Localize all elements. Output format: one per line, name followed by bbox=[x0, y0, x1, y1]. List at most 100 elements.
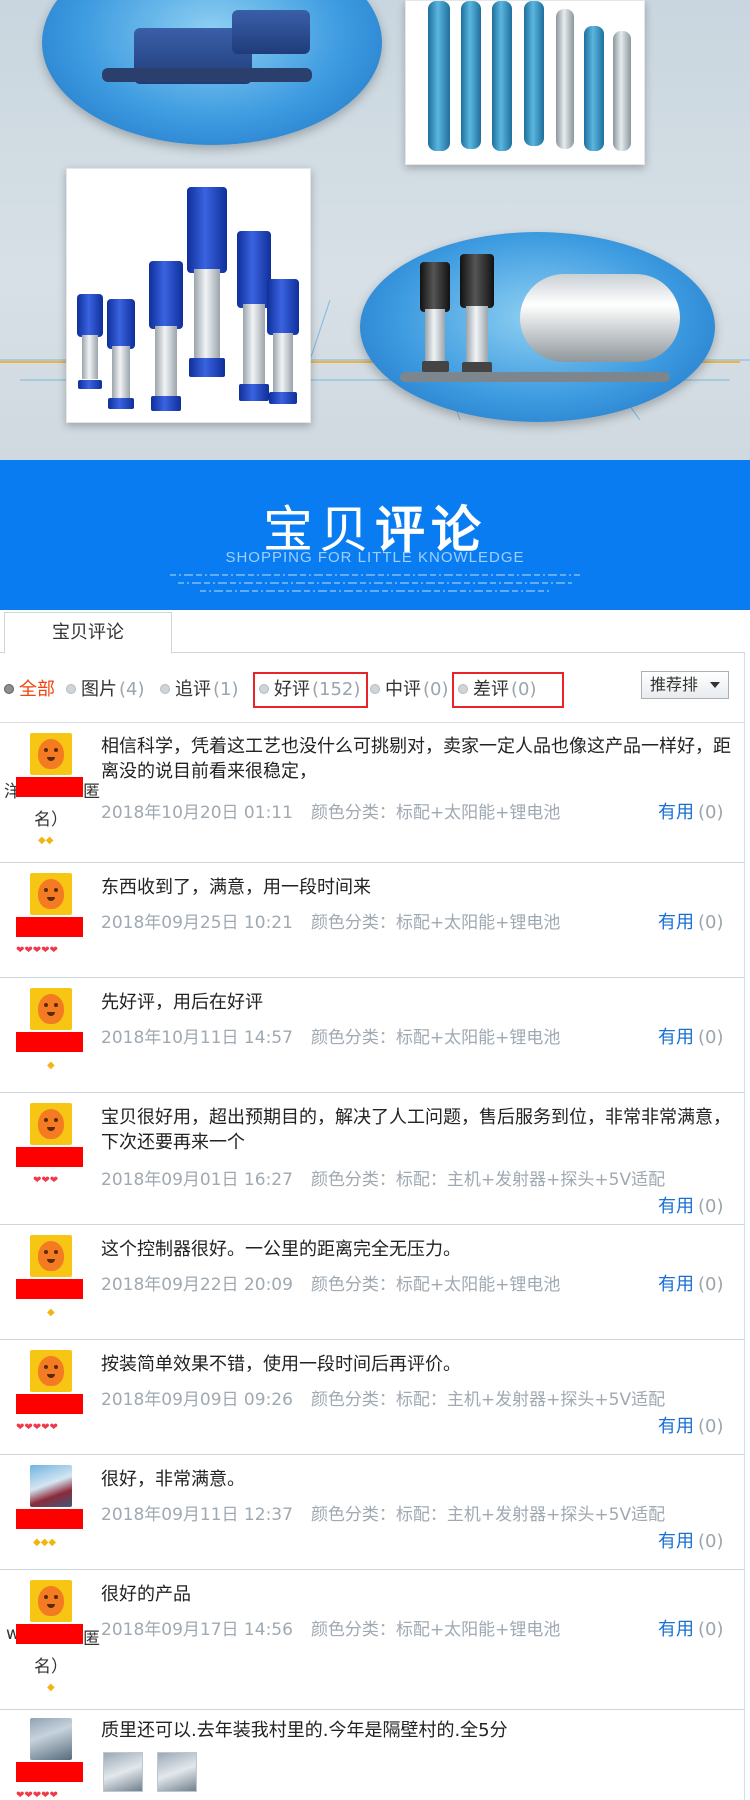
filter-negative[interactable]: 差评 (0) bbox=[452, 672, 564, 708]
filter-label: 全部 bbox=[19, 679, 55, 700]
chevron-down-icon bbox=[710, 682, 720, 688]
review-meta: 2018年10月11日 14:57 颜色分类：标配+太阳能+锂电池 bbox=[101, 1023, 560, 1048]
filter-count: (1) bbox=[213, 679, 239, 700]
filter-photos[interactable]: 图片 (4) bbox=[66, 675, 145, 705]
review-meta: 2018年09月17日 14:56 颜色分类：标配+太阳能+锂电池 bbox=[101, 1615, 560, 1640]
useful-count: (0) bbox=[698, 1274, 724, 1295]
review-item: ❤❤❤❤❤ 质里还可以.去年装我村里的.今年是隔壁村的.全5分 bbox=[0, 1710, 745, 1800]
useful-label: 有用 bbox=[658, 912, 694, 933]
useful-button[interactable]: 有用 (0) bbox=[658, 908, 724, 934]
filter-count: (0) bbox=[423, 679, 449, 700]
useful-count: (0) bbox=[698, 1027, 724, 1048]
useful-label: 有用 bbox=[658, 1619, 694, 1640]
review-item: ◆ 先好评，用后在好评 2018年10月11日 14:57 颜色分类：标配+太阳能… bbox=[0, 978, 745, 1093]
product-hero-image bbox=[0, 0, 750, 460]
sort-label: 推荐排 bbox=[650, 675, 699, 694]
filter-followup[interactable]: 追评 (1) bbox=[160, 675, 239, 705]
review-text: 相信科学，凭着这工艺也没什么可挑剔对，卖家一定人品也像这产品一样好，距离没的说目… bbox=[101, 736, 731, 782]
redacted-name bbox=[16, 1762, 83, 1782]
review-date: 2018年09月22日 20:09 bbox=[101, 1275, 293, 1295]
review-meta: 2018年09月09日 09:26 颜色分类：标配：主机+发射器+探头+5V适配 bbox=[101, 1385, 665, 1410]
filter-label: 中评 bbox=[385, 679, 421, 700]
review-text: 这个控制器很好。一公里的距离完全无压力。 bbox=[101, 1239, 461, 1260]
buyer-rank-icon: ◆◆ bbox=[38, 835, 54, 846]
tab-product-reviews[interactable]: 宝贝评论 bbox=[4, 612, 172, 654]
submersible-pumps-card bbox=[405, 0, 645, 165]
filter-neutral[interactable]: 中评 (0) bbox=[370, 675, 449, 705]
filter-count: (0) bbox=[511, 679, 537, 700]
review-date: 2018年10月11日 14:57 bbox=[101, 1028, 293, 1048]
vertical-pumps-card bbox=[66, 168, 311, 423]
radio-icon bbox=[66, 684, 76, 694]
useful-button[interactable]: 有用 (0) bbox=[658, 1412, 724, 1438]
review-sku: 颜色分类：标配：主机+发射器+探头+5V适配 bbox=[310, 1390, 666, 1410]
review-text: 很好的产品 bbox=[101, 1584, 191, 1605]
redacted-name bbox=[16, 917, 83, 937]
review-sku: 颜色分类：标配+太阳能+锂电池 bbox=[310, 803, 561, 823]
filter-label: 追评 bbox=[175, 679, 211, 700]
redacted-name bbox=[16, 1279, 83, 1299]
useful-label: 有用 bbox=[658, 1531, 694, 1552]
redacted-name bbox=[16, 1509, 83, 1529]
review-photo-thumbnail[interactable] bbox=[103, 1752, 143, 1792]
review-item: ❤❤❤❤❤ 按装简单效果不错，使用一段时间后再评价。 2018年09月09日 0… bbox=[0, 1340, 745, 1455]
review-meta: 2018年10月20日 01:11 颜色分类：标配+太阳能+锂电池 bbox=[101, 798, 560, 823]
radio-icon bbox=[458, 684, 468, 694]
filter-label: 差评 bbox=[473, 679, 509, 700]
banner-subtitle: SHOPPING FOR LITTLE KNOWLEDGE bbox=[225, 549, 525, 566]
review-text: 很好，非常满意。 bbox=[101, 1469, 245, 1490]
filter-all[interactable]: 全部 bbox=[4, 675, 55, 705]
buyer-rank-icon: ◆◆◆ bbox=[33, 1537, 57, 1548]
useful-button[interactable]: 有用 (0) bbox=[658, 1192, 724, 1218]
review-text: 宝贝很好用，超出预期目的，解决了人工问题，售后服务到位，非常非常满意，下次还要再… bbox=[101, 1107, 731, 1153]
banner-fine-print-texture bbox=[160, 571, 590, 597]
buyer-rank-icon: ◆ bbox=[47, 1682, 55, 1693]
buyer-rank-icon: ❤❤❤ bbox=[33, 1175, 59, 1186]
review-meta: 2018年09月11日 12:37 颜色分类：标配：主机+发射器+探头+5V适配 bbox=[101, 1500, 665, 1525]
radio-icon bbox=[370, 684, 380, 694]
redacted-name bbox=[16, 1032, 83, 1052]
review-text: 按装简单效果不错，使用一段时间后再评价。 bbox=[101, 1354, 461, 1375]
review-item: ❤❤❤ 宝贝很好用，超出预期目的，解决了人工问题，售后服务到位，非常非常满意，下… bbox=[0, 1093, 745, 1225]
useful-button[interactable]: 有用 (0) bbox=[658, 798, 724, 824]
reviews-banner: 宝贝评论 SHOPPING FOR LITTLE KNOWLEDGE bbox=[0, 460, 750, 610]
filter-count: (4) bbox=[119, 679, 145, 700]
review-item: w 匿 名） ◆ 很好的产品 2018年09月17日 14:56 颜色分类：标配+… bbox=[0, 1570, 745, 1710]
review-date: 2018年09月09日 09:26 bbox=[101, 1390, 293, 1410]
review-sku: 颜色分类：标配+太阳能+锂电池 bbox=[310, 913, 561, 933]
avatar bbox=[30, 1580, 72, 1622]
avatar bbox=[30, 1235, 72, 1277]
redacted-name bbox=[16, 777, 83, 797]
useful-button[interactable]: 有用 (0) bbox=[658, 1527, 724, 1553]
avatar bbox=[30, 1350, 72, 1392]
filter-positive[interactable]: 好评 (152) bbox=[253, 672, 369, 708]
review-date: 2018年09月25日 10:21 bbox=[101, 913, 293, 933]
useful-count: (0) bbox=[698, 1416, 724, 1437]
useful-label: 有用 bbox=[658, 1196, 694, 1217]
filter-count: (152) bbox=[312, 679, 361, 700]
review-date: 2018年09月01日 16:27 bbox=[101, 1170, 293, 1190]
useful-button[interactable]: 有用 (0) bbox=[658, 1023, 724, 1049]
buyer-rank-icon: ❤❤❤❤❤ bbox=[16, 945, 58, 956]
buyer-rank-icon: ❤❤❤❤❤ bbox=[16, 1422, 58, 1433]
avatar bbox=[30, 873, 72, 915]
radio-icon bbox=[4, 684, 14, 694]
useful-button[interactable]: 有用 (0) bbox=[658, 1615, 724, 1641]
useful-count: (0) bbox=[698, 802, 724, 823]
useful-label: 有用 bbox=[658, 1027, 694, 1048]
buyer-rank-icon: ◆ bbox=[47, 1307, 55, 1318]
horizontal-pump-oval bbox=[42, 0, 382, 145]
useful-label: 有用 bbox=[658, 802, 694, 823]
review-item: ❤❤❤❤❤ 东西收到了，满意，用一段时间来 2018年09月25日 10:21 颜… bbox=[0, 863, 745, 978]
review-photo-thumbnail[interactable] bbox=[157, 1752, 197, 1792]
filter-label: 好评 bbox=[274, 679, 310, 700]
review-text: 质里还可以.去年装我村里的.今年是隔壁村的.全5分 bbox=[101, 1720, 508, 1741]
useful-button[interactable]: 有用 (0) bbox=[658, 1270, 724, 1296]
review-panel: 宝贝评论 全部 图片 (4) 追评 (1) 好评 (152) 中评 (0) 差评 (0) … bbox=[0, 610, 745, 1800]
review-meta: 2018年09月01日 16:27 颜色分类：标配：主机+发射器+探头+5V适配 bbox=[101, 1165, 665, 1190]
review-item: ◆◆◆ 很好，非常满意。 2018年09月11日 12:37 颜色分类：标配：主机… bbox=[0, 1455, 745, 1570]
review-sku: 颜色分类：标配+太阳能+锂电池 bbox=[310, 1620, 561, 1640]
review-text: 东西收到了，满意，用一段时间来 bbox=[101, 877, 371, 898]
review-item: ◆ 这个控制器很好。一公里的距离完全无压力。 2018年09月22日 20:09… bbox=[0, 1225, 745, 1340]
sort-dropdown[interactable]: 推荐排 bbox=[641, 671, 729, 699]
